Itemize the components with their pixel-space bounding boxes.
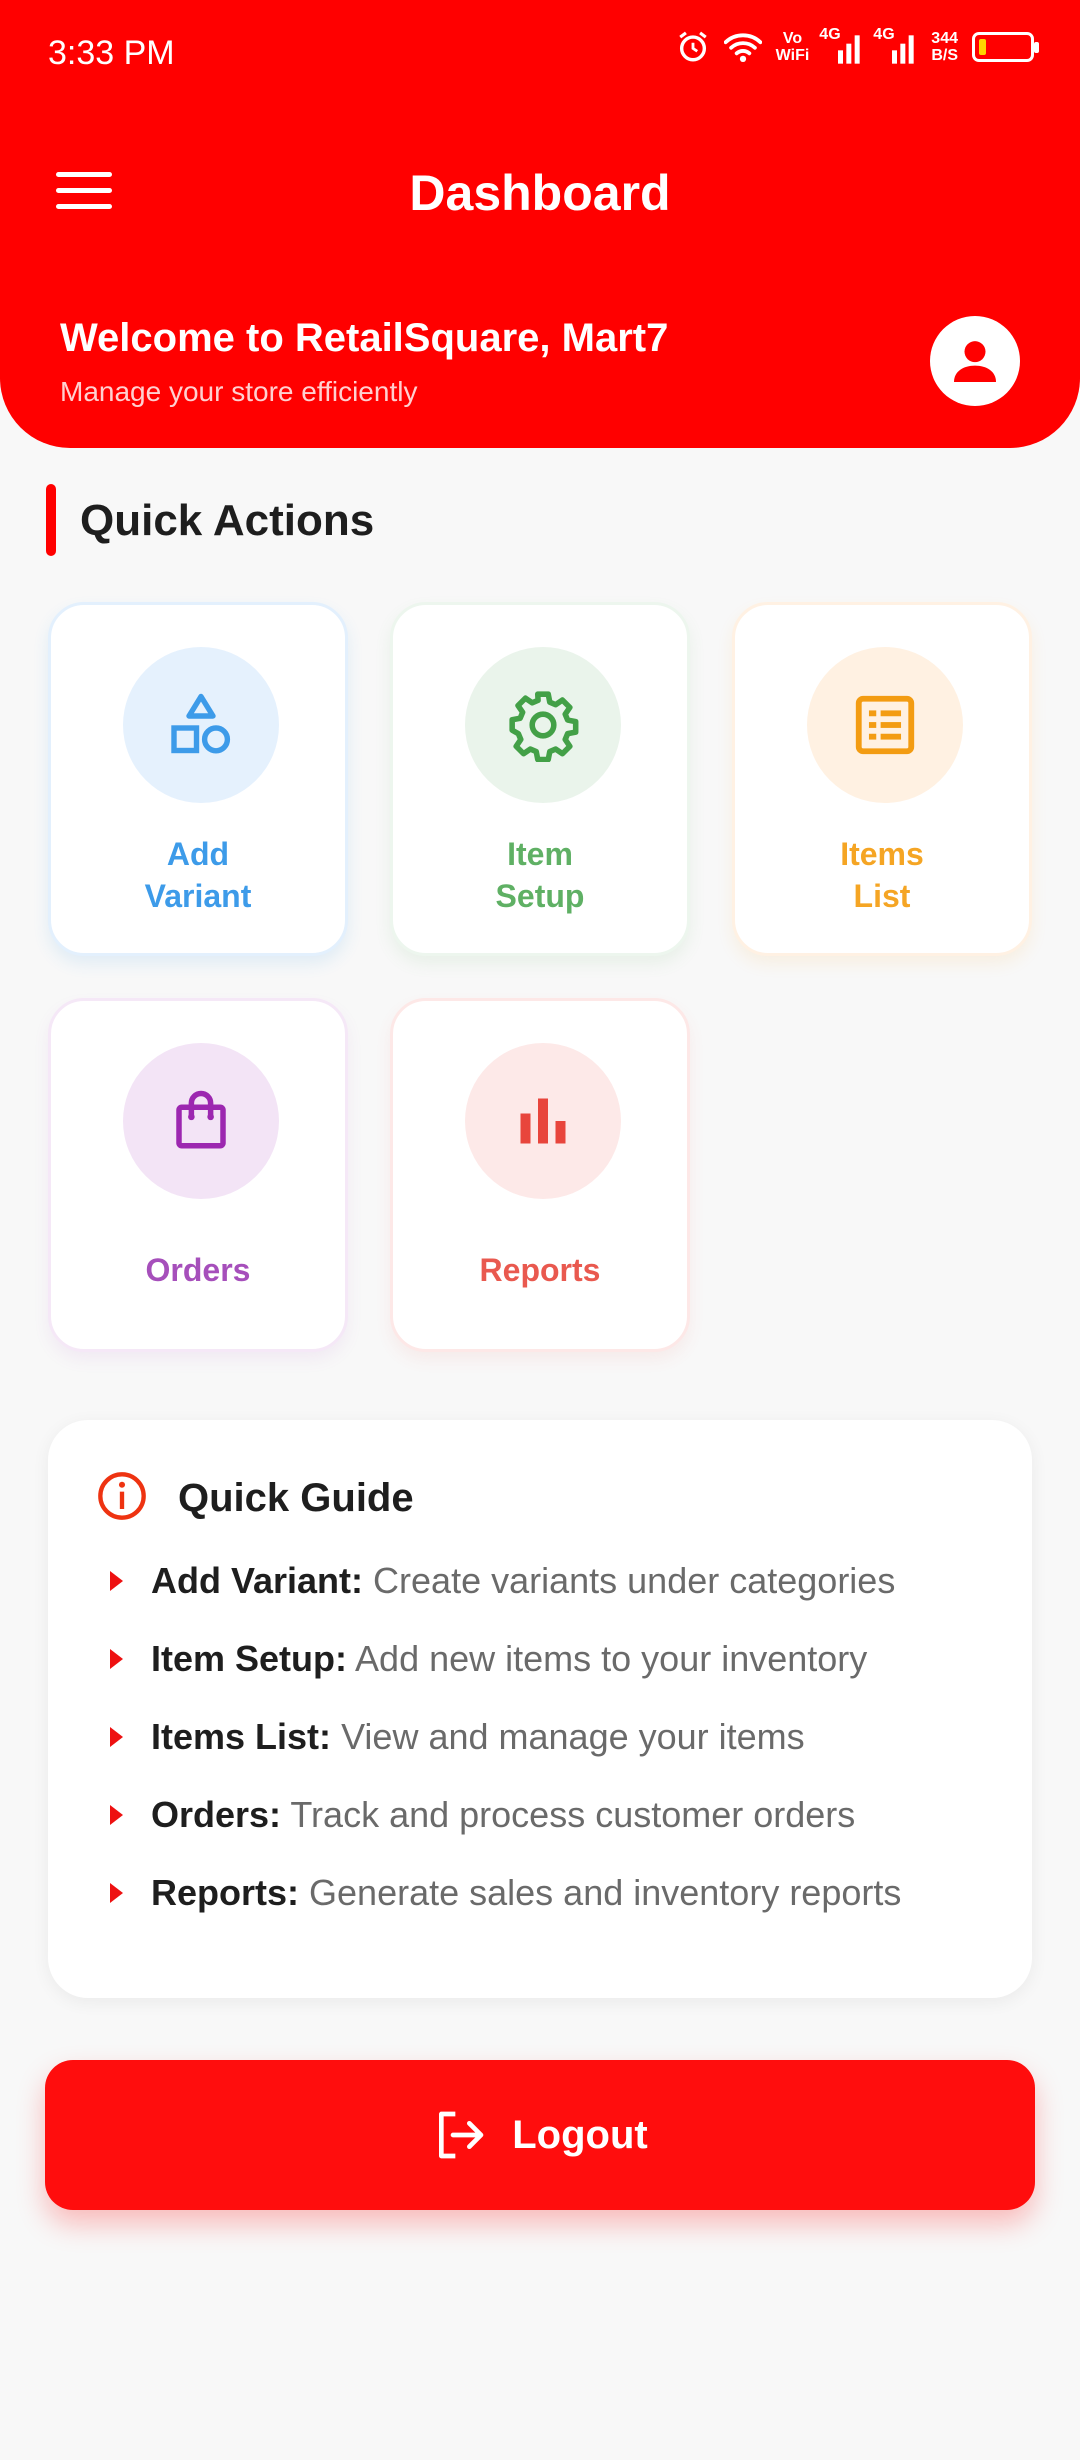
status-icons: Vo WiFi 4G 4G 344 B/S (676, 26, 1039, 64)
signal-icon-2: 4G (873, 26, 917, 64)
guide-term: Add Variant: (151, 1560, 364, 1601)
add-variant-card[interactable]: Add Variant (48, 602, 348, 956)
signal-icon-1: 4G (819, 26, 863, 64)
shopping-bag-icon (123, 1043, 279, 1199)
welcome-subtitle: Manage your store efficiently (60, 376, 418, 407)
status-bar: 3:33 PM Vo WiFi 4G 4G 344 B/S (0, 0, 1080, 110)
label-line-2: Setup (495, 878, 585, 914)
page-title: Dashboard (409, 165, 671, 221)
guide-desc: View and manage your items (341, 1716, 805, 1757)
logout-label: Logout (512, 2112, 648, 2157)
caret-right-icon (110, 1805, 123, 1826)
logout-icon (439, 2111, 484, 2159)
shapes-icon (123, 647, 279, 803)
alarm-icon (676, 30, 710, 64)
guide-item: Orders: Track and process customer order… (110, 1794, 855, 1836)
guide-item: Items List: View and manage your items (110, 1716, 805, 1758)
guide-item: Add Variant: Create variants under categ… (110, 1560, 895, 1602)
vowifi-top: Vo (782, 30, 803, 47)
speed-unit: B/S (931, 47, 958, 64)
vowifi-indicator: Vo WiFi (776, 30, 810, 64)
status-time: 3:33 PM (48, 34, 175, 72)
quick-guide-title: Quick Guide (178, 1476, 414, 1520)
guide-term: Items List: (151, 1716, 332, 1757)
quick-guide-card: Quick Guide Add Variant: Create variants… (48, 1420, 1032, 1998)
info-icon (98, 1472, 146, 1520)
caret-right-icon (110, 1727, 123, 1748)
caret-right-icon (110, 1649, 123, 1670)
label-line-1: Orders (145, 1252, 251, 1288)
add-variant-label: Add Variant (51, 833, 345, 917)
items-list-card[interactable]: Items List (732, 602, 1032, 956)
bar-chart-icon (465, 1043, 621, 1199)
reports-label: Reports (393, 1249, 687, 1291)
vowifi-bottom: WiFi (775, 47, 810, 64)
welcome-text: Welcome to RetailSquare, Mart7 (60, 316, 669, 360)
network-speed: 344 B/S (931, 30, 958, 64)
guide-item: Item Setup: Add new items to your invent… (110, 1638, 867, 1680)
list-icon (807, 647, 963, 803)
network-type-2: 4G (873, 26, 895, 43)
guide-term: Reports: (151, 1872, 300, 1913)
guide-desc: Add new items to your inventory (355, 1638, 868, 1679)
reports-card[interactable]: Reports (390, 998, 690, 1352)
guide-desc: Track and process customer orders (290, 1794, 856, 1835)
profile-avatar-button[interactable] (930, 316, 1020, 406)
orders-card[interactable]: Orders (48, 998, 348, 1352)
guide-desc: Generate sales and inventory reports (309, 1872, 902, 1913)
label-line-1: Add (166, 836, 230, 872)
item-setup-label: Item Setup (393, 833, 687, 917)
battery-level (979, 39, 986, 55)
battery-icon (972, 32, 1039, 62)
label-line-2: List (853, 878, 911, 914)
user-icon (954, 341, 996, 382)
logout-button[interactable]: Logout (45, 2060, 1035, 2210)
header: 3:33 PM Vo WiFi 4G 4G 344 B/S Dashboard … (0, 0, 1080, 448)
wifi-icon (723, 31, 762, 63)
guide-term: Orders: (151, 1794, 282, 1835)
orders-label: Orders (51, 1249, 345, 1291)
gear-icon (465, 647, 621, 803)
caret-right-icon (110, 1571, 123, 1592)
quick-actions-title: Quick Actions (80, 496, 375, 545)
speed-value: 344 (931, 30, 958, 47)
label-line-1: Item (507, 836, 573, 872)
guide-item: Reports: Generate sales and inventory re… (110, 1872, 901, 1914)
section-accent-bar (46, 484, 56, 556)
guide-desc: Create variants under categories (373, 1560, 896, 1601)
guide-term: Item Setup: (151, 1638, 348, 1679)
label-line-1: Items (840, 836, 924, 872)
network-type-1: 4G (819, 26, 841, 43)
item-setup-card[interactable]: Item Setup (390, 602, 690, 956)
caret-right-icon (110, 1883, 123, 1904)
items-list-label: Items List (735, 833, 1029, 917)
label-line-2: Variant (144, 878, 252, 914)
label-line-1: Reports (479, 1252, 601, 1288)
